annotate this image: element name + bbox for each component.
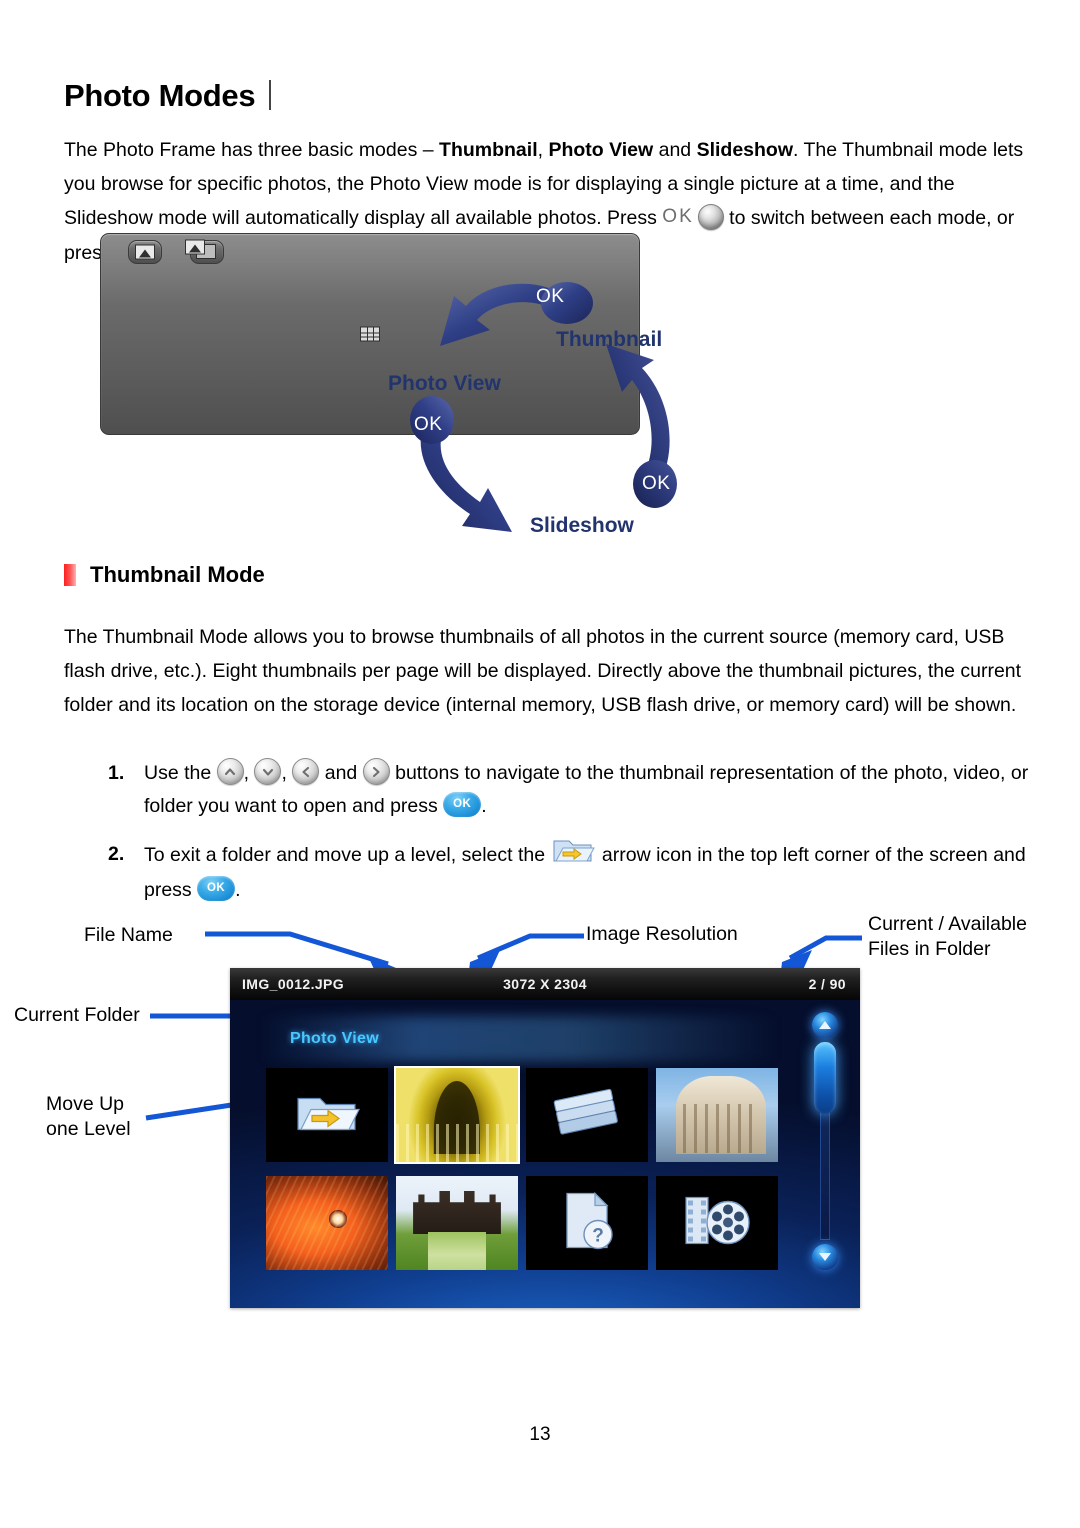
ok-round-button-inline[interactable]: OK bbox=[662, 200, 724, 234]
cycle-label-thumbnail: Thumbnail bbox=[556, 328, 663, 351]
thumbnail-cell-unknown-file[interactable]: ? bbox=[526, 1176, 648, 1270]
thumbnail-cell-fish-photo[interactable] bbox=[266, 1176, 388, 1270]
right-arrow-button-icon[interactable] bbox=[362, 758, 390, 786]
photoview-key-icon[interactable] bbox=[127, 239, 162, 264]
status-resolution: 3072 X 2304 bbox=[503, 976, 587, 992]
thumbnail-grid: ? bbox=[266, 1066, 806, 1270]
thumbnail-mode-paragraph: The Thumbnail Mode allows you to browse … bbox=[64, 626, 1022, 716]
slideshow-key-icon[interactable] bbox=[185, 239, 225, 264]
thumbnail-cell-folder-stack[interactable] bbox=[526, 1068, 648, 1162]
mode-slideshow-bold: Slideshow bbox=[696, 139, 794, 161]
callout-current-folder: Current Folder bbox=[14, 1004, 140, 1026]
thumbnail-cell-video-file[interactable] bbox=[656, 1176, 778, 1270]
callout-move-up-one-level: Move Up one Level bbox=[46, 1093, 131, 1140]
cycle-ok-right: OK bbox=[642, 473, 671, 494]
page-title: Photo Modes bbox=[64, 76, 272, 113]
step-1-number: 1. bbox=[108, 762, 125, 784]
device-scrollbar[interactable] bbox=[808, 1012, 842, 1270]
step-1-text-a: Use the bbox=[144, 762, 217, 784]
cycle-ok-top: OK bbox=[536, 286, 565, 307]
svg-text:?: ? bbox=[592, 1226, 604, 1247]
title-divider-bar bbox=[269, 80, 272, 110]
cycle-label-photo-view: Photo View bbox=[388, 372, 501, 395]
callout-file-name: File Name bbox=[84, 924, 173, 946]
intro-paragraph: The Photo Frame has three basic modes – … bbox=[64, 133, 1024, 435]
scrollbar-thumb[interactable] bbox=[814, 1042, 836, 1114]
intro-text-and: and bbox=[653, 139, 697, 161]
step-1-comma-1: , bbox=[243, 762, 255, 784]
move-up-folder-icon bbox=[292, 1085, 362, 1146]
down-arrow-button-icon[interactable] bbox=[254, 758, 282, 786]
device-current-folder-label: Photo View bbox=[290, 1030, 379, 1047]
callout-image-resolution: Image Resolution bbox=[586, 923, 738, 945]
ok-blue-button-step1[interactable]: OK bbox=[443, 792, 482, 818]
cycle-label-slideshow: Slideshow bbox=[530, 514, 634, 537]
intro-text-a: The Photo Frame has three basic modes – bbox=[64, 139, 440, 161]
up-arrow-button-icon[interactable] bbox=[216, 758, 244, 786]
building-photo-image bbox=[656, 1068, 778, 1162]
film-reel-icon bbox=[680, 1192, 754, 1255]
castle-photo-image bbox=[396, 1176, 518, 1270]
ok-label-text: OK bbox=[662, 205, 694, 227]
thumbnail-cell-move-up[interactable] bbox=[266, 1068, 388, 1162]
thumbnail-mode-heading: Thumbnail Mode bbox=[64, 562, 265, 588]
callout-files-in-folder: Current / Available Files in Folder bbox=[868, 913, 1027, 960]
unknown-file-icon: ? bbox=[557, 1190, 617, 1257]
cycle-arrows bbox=[410, 282, 677, 532]
step-1: 1. Use the , , and buttons to navigate t… bbox=[108, 757, 1038, 823]
thumbnail-cell-castle-photo[interactable] bbox=[396, 1176, 518, 1270]
step-1-and: and bbox=[319, 762, 363, 784]
thumbnail-cell-building-photo[interactable] bbox=[656, 1068, 778, 1162]
step-1-period: . bbox=[481, 795, 487, 817]
mode-thumbnail-bold: Thumbnail bbox=[439, 139, 538, 161]
scroll-up-arrow-icon[interactable] bbox=[812, 1012, 838, 1038]
page-number: 13 bbox=[529, 1424, 551, 1445]
mode-cycle-diagram: Thumbnail Photo View Slideshow OK OK OK bbox=[370, 268, 720, 552]
move-up-folder-icon[interactable] bbox=[550, 832, 596, 868]
mode-photoview-bold: Photo View bbox=[548, 139, 654, 161]
cycle-ok-left: OK bbox=[414, 414, 443, 435]
step-2: 2. To exit a folder and move up a level,… bbox=[108, 838, 1038, 907]
ok-button-icon bbox=[697, 203, 724, 230]
status-file-name: IMG_0012.JPG bbox=[242, 976, 345, 992]
thumbnail-cell-arch-photo[interactable] bbox=[394, 1066, 520, 1164]
page-title-text: Photo Modes bbox=[64, 78, 256, 113]
scroll-down-arrow-icon[interactable] bbox=[812, 1244, 838, 1270]
document-page: Photo Modes The Photo Frame has three ba… bbox=[0, 0, 1080, 1528]
step-2-text-a: To exit a folder and move up a level, se… bbox=[144, 844, 551, 867]
left-arrow-button-icon[interactable] bbox=[292, 758, 320, 786]
step-1-comma-2: , bbox=[281, 762, 293, 784]
thumbnail-mode-heading-text: Thumbnail Mode bbox=[90, 562, 265, 587]
step-2-period: . bbox=[235, 879, 241, 901]
arch-photo-image bbox=[396, 1068, 518, 1162]
status-file-count: 2 / 90 bbox=[808, 976, 846, 992]
red-bullet-icon bbox=[64, 564, 76, 586]
device-status-bar: IMG_0012.JPG 3072 X 2304 2 / 90 bbox=[230, 968, 860, 1000]
folder-stack-icon bbox=[551, 1085, 623, 1146]
device-screen: IMG_0012.JPG 3072 X 2304 2 / 90 Photo Vi… bbox=[230, 968, 860, 1308]
ok-blue-button-step2[interactable]: OK bbox=[197, 876, 236, 902]
intro-text-comma: , bbox=[537, 139, 549, 161]
step-2-number: 2. bbox=[108, 843, 125, 865]
fish-photo-image bbox=[266, 1176, 388, 1270]
